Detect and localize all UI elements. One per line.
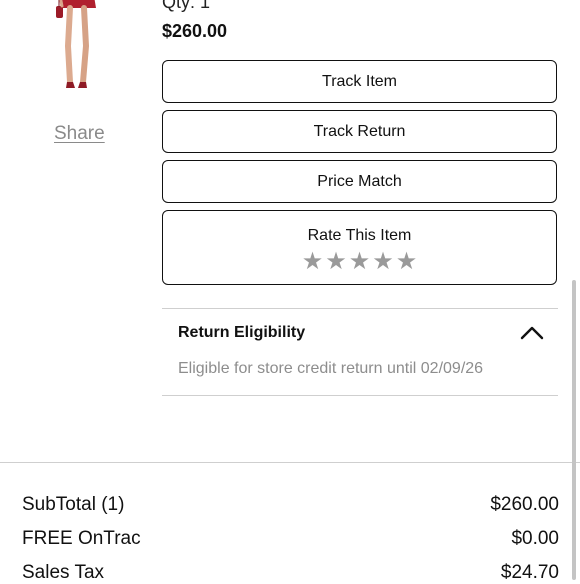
product-image[interactable] [48,0,112,96]
return-eligibility-title[interactable]: Return Eligibility [178,324,305,342]
track-item-label: Track Item [322,72,397,90]
scrollbar[interactable] [572,280,576,580]
sales-tax-label: Sales Tax [22,562,105,583]
star-3-icon[interactable]: ★ [348,247,372,276]
track-return-label: Track Return [313,122,406,140]
star-1-icon[interactable]: ★ [301,247,325,276]
summary-divider [0,462,580,463]
track-item-button[interactable]: Track Item [162,60,557,103]
item-price: $260.00 [162,21,228,41]
rate-item-box: Rate This Item ★★★★★ [162,210,557,285]
shipping-value: $0.00 [511,528,559,549]
rate-item-label: Rate This Item [307,227,412,244]
sales-tax-value: $24.70 [500,562,559,583]
divider [162,395,558,396]
price-match-label: Price Match [317,172,402,190]
chevron-up-icon[interactable] [518,320,546,342]
track-return-button[interactable]: Track Return [162,110,557,153]
return-eligibility-message: Eligible for store credit return until 0… [178,360,484,377]
star-5-icon[interactable]: ★ [395,247,419,276]
subtotal-label: SubTotal (1) [22,494,125,515]
price-match-button[interactable]: Price Match [162,160,557,203]
star-rating[interactable]: ★★★★★ [163,247,556,276]
shipping-label: FREE OnTrac [22,528,141,549]
divider [162,308,558,309]
star-2-icon[interactable]: ★ [324,247,348,276]
quantity-label: Qty: 1 [162,0,211,12]
share-link[interactable]: Share [54,123,105,145]
star-4-icon[interactable]: ★ [371,247,395,276]
subtotal-value: $260.00 [490,494,559,515]
